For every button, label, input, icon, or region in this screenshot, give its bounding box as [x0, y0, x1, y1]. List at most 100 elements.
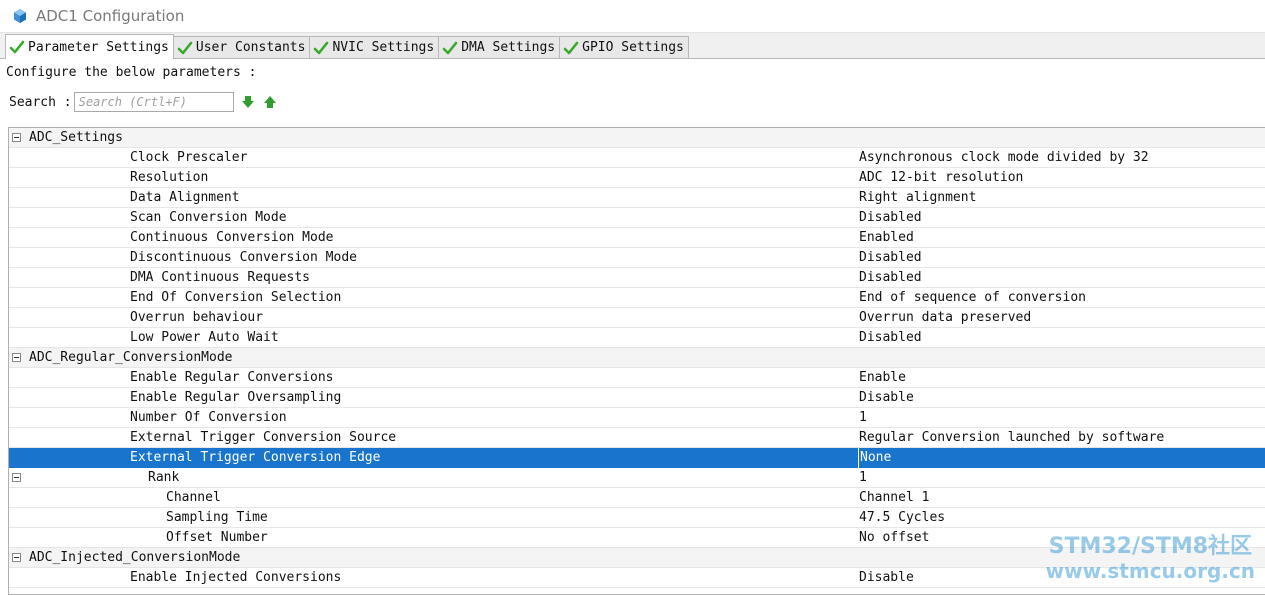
param-value[interactable]: Disabled — [858, 328, 922, 348]
check-icon — [442, 41, 458, 54]
param-row[interactable]: Discontinuous Conversion Mode Disabled — [9, 248, 1265, 268]
tab-label: NVIC Settings — [332, 40, 435, 55]
collapse-toggle-icon[interactable] — [12, 133, 21, 142]
param-name: Enable Injected Conversions — [130, 570, 342, 585]
arrow-down-icon[interactable] — [240, 94, 256, 110]
check-icon — [9, 40, 25, 54]
param-name: Continuous Conversion Mode — [130, 230, 334, 245]
collapse-toggle-icon[interactable] — [12, 473, 21, 482]
param-name: ADC_Injected_ConversionMode — [29, 550, 241, 565]
param-value[interactable]: None — [858, 448, 891, 468]
tab-bar: Parameter Settings User Constants NVIC S… — [0, 33, 1265, 59]
param-name: DMA Continuous Requests — [130, 270, 311, 285]
param-row[interactable]: External Trigger Conversion Source Regula… — [9, 428, 1265, 448]
param-value[interactable]: No offset — [858, 528, 929, 548]
param-name: Resolution — [130, 170, 209, 185]
param-name: ADC_Settings — [29, 130, 123, 145]
collapse-toggle-icon[interactable] — [12, 353, 21, 362]
tab-dma-settings[interactable]: DMA Settings — [438, 36, 561, 58]
param-value — [858, 548, 859, 568]
param-name: Enable Regular Oversampling — [130, 390, 342, 405]
param-name: Rank — [148, 470, 180, 485]
param-row[interactable]: Enable Regular Oversampling Disable — [9, 388, 1265, 408]
tab-gpio-settings[interactable]: GPIO Settings — [559, 36, 689, 58]
tab-nvic-settings[interactable]: NVIC Settings — [309, 36, 440, 58]
param-row[interactable]: Channel Channel 1 — [9, 488, 1265, 508]
subgroup-row[interactable]: Rank 1 — [9, 468, 1265, 488]
collapse-toggle-icon[interactable] — [12, 553, 21, 562]
check-icon — [314, 41, 329, 54]
param-name: Scan Conversion Mode — [130, 210, 287, 225]
param-name: Sampling Time — [166, 510, 268, 525]
param-value[interactable]: Enable — [858, 368, 906, 388]
param-name: Number Of Conversion — [130, 410, 287, 425]
param-value[interactable]: 47.5 Cycles — [858, 508, 945, 528]
tab-label: User Constants — [195, 40, 306, 55]
param-value — [858, 128, 859, 148]
title-bar: ADC1 Configuration — [0, 0, 1265, 33]
param-value[interactable]: Overrun data preserved — [858, 308, 1031, 328]
param-row[interactable]: Low Power Auto Wait Disabled — [9, 328, 1265, 348]
window-title: ADC1 Configuration — [36, 7, 185, 25]
param-row[interactable]: Sampling Time 47.5 Cycles — [9, 508, 1265, 528]
param-row[interactable]: Continuous Conversion Mode Enabled — [9, 228, 1265, 248]
param-name: External Trigger Conversion Source — [130, 430, 397, 445]
param-value[interactable]: Enabled — [858, 228, 914, 248]
param-value[interactable]: Channel 1 — [858, 488, 929, 508]
param-name: Channel — [166, 490, 221, 505]
cube-icon — [14, 9, 26, 23]
param-row[interactable]: Clock Prescaler Asynchronous clock mode d… — [9, 148, 1265, 168]
param-value[interactable]: Disabled — [858, 268, 922, 288]
check-icon — [563, 41, 579, 54]
param-name: Data Alignment — [130, 190, 240, 205]
param-row[interactable]: Resolution ADC 12-bit resolution — [9, 168, 1265, 188]
tab-parameter-settings[interactable]: Parameter Settings — [5, 34, 174, 59]
param-name: Clock Prescaler — [130, 150, 248, 165]
tab-label: GPIO Settings — [582, 40, 684, 55]
param-row[interactable]: DMA Continuous Requests Disabled — [9, 268, 1265, 288]
param-value[interactable]: End of sequence of conversion — [858, 288, 1086, 308]
search-label: Search : — [9, 94, 72, 110]
param-name: End Of Conversion Selection — [130, 290, 342, 305]
arrow-up-icon[interactable] — [262, 94, 278, 110]
param-value[interactable]: Disabled — [858, 248, 922, 268]
param-value[interactable]: Disabled — [858, 208, 922, 228]
param-value[interactable]: Regular Conversion launched by software — [858, 428, 1164, 448]
tab-label: DMA Settings — [461, 40, 556, 55]
param-row[interactable]: External Trigger Conversion Edge None — [9, 448, 1265, 468]
watermark-line2: www.stmcu.org.cn — [1045, 559, 1255, 583]
param-row[interactable]: Number Of Conversion 1 — [9, 408, 1265, 428]
parameter-tree-table: ADC_Settings Clock Prescaler Asynchronous … — [8, 127, 1265, 595]
param-name: Offset Number — [166, 530, 268, 545]
param-row[interactable]: Overrun behaviour Overrun data preserved — [9, 308, 1265, 328]
param-value[interactable]: Disable — [858, 388, 914, 408]
check-icon — [177, 41, 193, 54]
tab-label: Parameter Settings — [28, 39, 169, 55]
watermark: STM32/STM8社区 www.stmcu.org.cn — [1045, 534, 1255, 584]
param-name: Low Power Auto Wait — [130, 330, 279, 345]
param-value[interactable]: Asynchronous clock mode divided by 32 — [858, 148, 1149, 168]
param-value[interactable]: 1 — [858, 468, 867, 488]
group-row[interactable]: ADC_Regular_ConversionMode — [9, 348, 1265, 368]
param-name: Overrun behaviour — [130, 310, 264, 325]
tab-user-constants[interactable]: User Constants — [172, 36, 311, 58]
param-value[interactable]: ADC 12-bit resolution — [858, 168, 1023, 188]
watermark-line1: STM32/STM8社区 — [1048, 534, 1253, 559]
search-input[interactable] — [73, 92, 234, 112]
param-row[interactable]: End Of Conversion Selection End of sequen… — [9, 288, 1265, 308]
param-name: Discontinuous Conversion Mode — [130, 250, 357, 265]
param-name: ADC_Regular_ConversionMode — [29, 350, 233, 365]
param-row[interactable]: Scan Conversion Mode Disabled — [9, 208, 1265, 228]
instruction-text: Configure the below parameters : — [0, 59, 1265, 85]
param-value[interactable]: 1 — [858, 408, 867, 428]
group-row[interactable]: ADC_Settings — [9, 128, 1265, 148]
search-bar: Search : — [0, 85, 1265, 119]
param-value[interactable]: Right alignment — [858, 188, 976, 208]
param-value[interactable]: Disable — [858, 568, 914, 588]
instruction-label: Configure the below parameters : — [6, 64, 257, 80]
param-row[interactable]: Enable Regular Conversions Enable — [9, 368, 1265, 388]
param-row[interactable]: Data Alignment Right alignment — [9, 188, 1265, 208]
param-name: External Trigger Conversion Edge — [130, 450, 381, 465]
param-name: Enable Regular Conversions — [130, 370, 334, 385]
param-value — [858, 348, 859, 368]
